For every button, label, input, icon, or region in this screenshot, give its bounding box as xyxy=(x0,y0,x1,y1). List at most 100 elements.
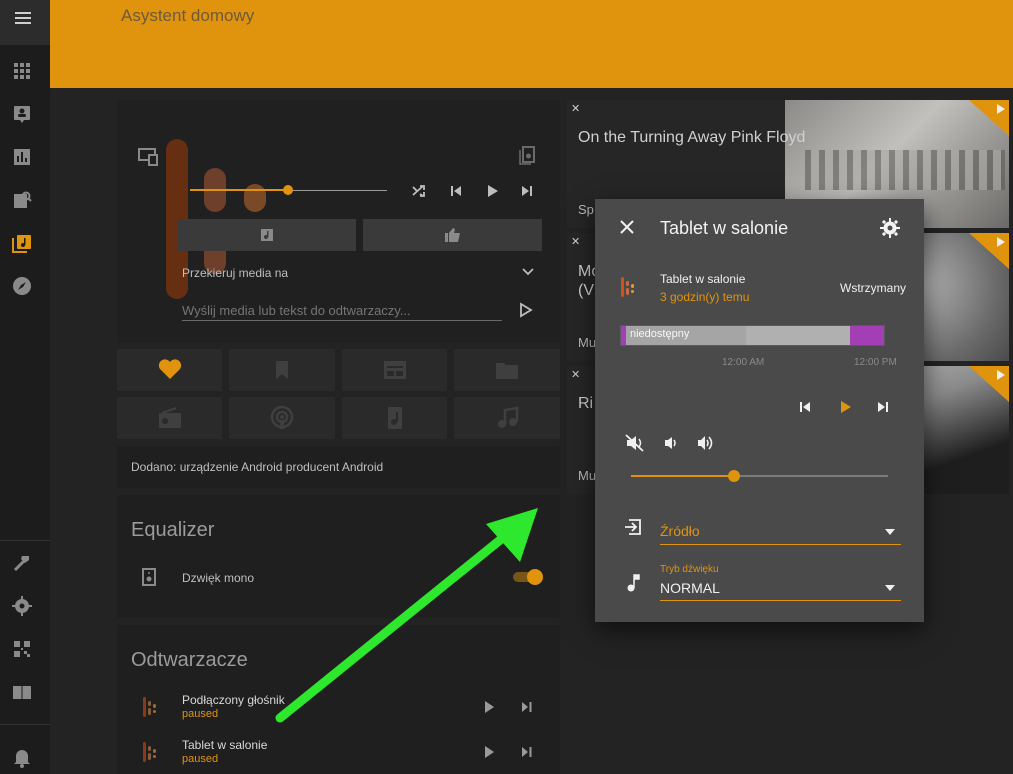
volume-mute-icon[interactable] xyxy=(625,434,645,452)
like-button[interactable] xyxy=(363,219,542,251)
sound-mode-value: NORMAL xyxy=(660,580,720,596)
player-name: Tablet w salonie xyxy=(182,738,268,752)
audio-file-icon xyxy=(388,407,402,429)
shuffle-icon[interactable] xyxy=(411,183,427,199)
notification-card: Dodano: urządzenie Android producent And… xyxy=(117,446,560,488)
playlist-music-icon xyxy=(261,229,273,241)
sound-mode-select[interactable]: Tryb dźwięku NORMAL xyxy=(660,563,901,601)
entity-state: Wstrzymany xyxy=(840,281,906,295)
qr-code-icon xyxy=(14,641,30,657)
timeline-tick: 12:00 PM xyxy=(854,357,897,368)
play-corner-icon[interactable] xyxy=(969,100,1009,136)
volume-up-icon[interactable] xyxy=(697,434,715,452)
sidebar-item-map[interactable] xyxy=(11,275,33,297)
sidebar-item-person[interactable] xyxy=(11,103,33,125)
play-icon[interactable] xyxy=(838,400,852,414)
sidebar xyxy=(0,0,51,774)
player-status: paused xyxy=(182,753,219,765)
sidebar-item-notifications[interactable] xyxy=(11,746,33,768)
next-track-icon[interactable] xyxy=(519,183,535,199)
book-icon xyxy=(13,686,31,699)
album-art-detail xyxy=(805,150,1005,190)
music-note-icon xyxy=(498,406,519,428)
players-title: Odtwarzacze xyxy=(131,649,248,671)
chevron-down-icon[interactable] xyxy=(521,266,535,278)
previous-track-icon[interactable] xyxy=(448,183,464,199)
gear-icon xyxy=(12,596,32,616)
next-track-icon[interactable] xyxy=(876,400,890,414)
sidebar-item-settings[interactable] xyxy=(11,595,33,617)
source-select[interactable]: Źródło xyxy=(660,521,901,545)
play-icon[interactable] xyxy=(482,745,496,759)
sidebar-item-music[interactable] xyxy=(11,232,33,254)
playlist-button[interactable] xyxy=(178,219,356,251)
cast-device-icon[interactable] xyxy=(137,146,161,168)
speaker-group-icon[interactable] xyxy=(518,145,536,165)
close-icon[interactable] xyxy=(619,219,635,235)
play-corner-icon[interactable] xyxy=(969,366,1009,402)
bell-icon xyxy=(14,750,30,768)
source-select-label: Źródło xyxy=(660,523,700,539)
send-media-input[interactable] xyxy=(182,300,502,321)
timeline-tick: 12:00 AM xyxy=(722,357,765,368)
close-icon[interactable]: ✕ xyxy=(571,368,580,381)
calendar-view-icon xyxy=(384,361,406,379)
volume-down-icon[interactable] xyxy=(663,435,679,451)
sidebar-item-media-browser[interactable] xyxy=(11,189,33,211)
play-icon[interactable] xyxy=(484,183,500,199)
timeline-segment xyxy=(850,326,884,345)
audio-file-tile[interactable] xyxy=(342,397,447,439)
close-icon[interactable]: ✕ xyxy=(571,235,580,248)
app-title: Asystent domowy xyxy=(121,6,255,25)
player-bars-icon xyxy=(143,742,156,762)
dropdown-arrow-icon xyxy=(885,585,895,591)
play-corner-icon[interactable] xyxy=(969,233,1009,269)
music-tile[interactable] xyxy=(454,397,560,439)
app-header: Asystent domowy xyxy=(50,0,1013,88)
player-row[interactable]: Tablet w salonie paused xyxy=(117,732,560,772)
send-icon[interactable] xyxy=(519,302,533,318)
bar-chart-icon xyxy=(14,149,30,165)
calendar-tile[interactable] xyxy=(342,349,447,391)
media-title: Ri xyxy=(578,395,594,412)
gear-icon[interactable] xyxy=(880,218,900,238)
bookmarks-tile[interactable] xyxy=(229,349,335,391)
sidebar-item-qr[interactable] xyxy=(11,638,33,660)
speaker-icon xyxy=(142,568,156,586)
sidebar-item-apps[interactable] xyxy=(11,60,33,82)
folder-tile[interactable] xyxy=(454,349,560,391)
entity-last-changed: 3 godzin(y) temu xyxy=(660,290,750,304)
podcast-tile[interactable] xyxy=(229,397,335,439)
sidebar-item-developer-tools[interactable] xyxy=(11,552,33,574)
sidebar-divider-bottom xyxy=(0,724,50,725)
sidebar-item-logbook[interactable] xyxy=(11,681,33,703)
bookmark-icon xyxy=(276,361,288,379)
radio-tile[interactable] xyxy=(117,397,222,439)
sidebar-item-history[interactable] xyxy=(11,146,33,168)
more-info-dialog: Tablet w salonie Tablet w salonie 3 godz… xyxy=(595,199,924,622)
mono-sound-label: Dzwięk mono xyxy=(182,571,255,585)
media-title: On the Turning Away Pink Floyd xyxy=(578,129,806,146)
previous-track-icon[interactable] xyxy=(798,400,812,414)
volume-slider-knob[interactable] xyxy=(728,470,740,482)
podcast-icon xyxy=(270,405,294,429)
menu-button[interactable] xyxy=(0,0,50,45)
media-player-card: Przekieruj media na xyxy=(117,100,560,343)
menu-icon xyxy=(15,12,31,24)
media-progress-knob[interactable] xyxy=(283,185,293,195)
annotation-arrow xyxy=(275,508,538,723)
favorites-tile[interactable] xyxy=(117,349,222,391)
close-icon[interactable]: ✕ xyxy=(571,102,580,115)
person-card-icon xyxy=(14,106,30,123)
media-progress-fill xyxy=(190,189,288,191)
timeline-label: niedostępny xyxy=(630,328,690,340)
next-track-icon[interactable] xyxy=(520,745,534,759)
music-note-icon xyxy=(627,574,640,592)
media-subtitle: Mu xyxy=(578,335,597,350)
sound-mode-label: Tryb dźwięku xyxy=(660,564,719,575)
player-status: paused xyxy=(182,708,219,720)
radio-icon xyxy=(159,407,181,428)
input-source-icon xyxy=(625,519,641,535)
media-subtitle: Sp xyxy=(578,202,594,217)
history-timeline[interactable]: niedostępny xyxy=(620,325,885,346)
